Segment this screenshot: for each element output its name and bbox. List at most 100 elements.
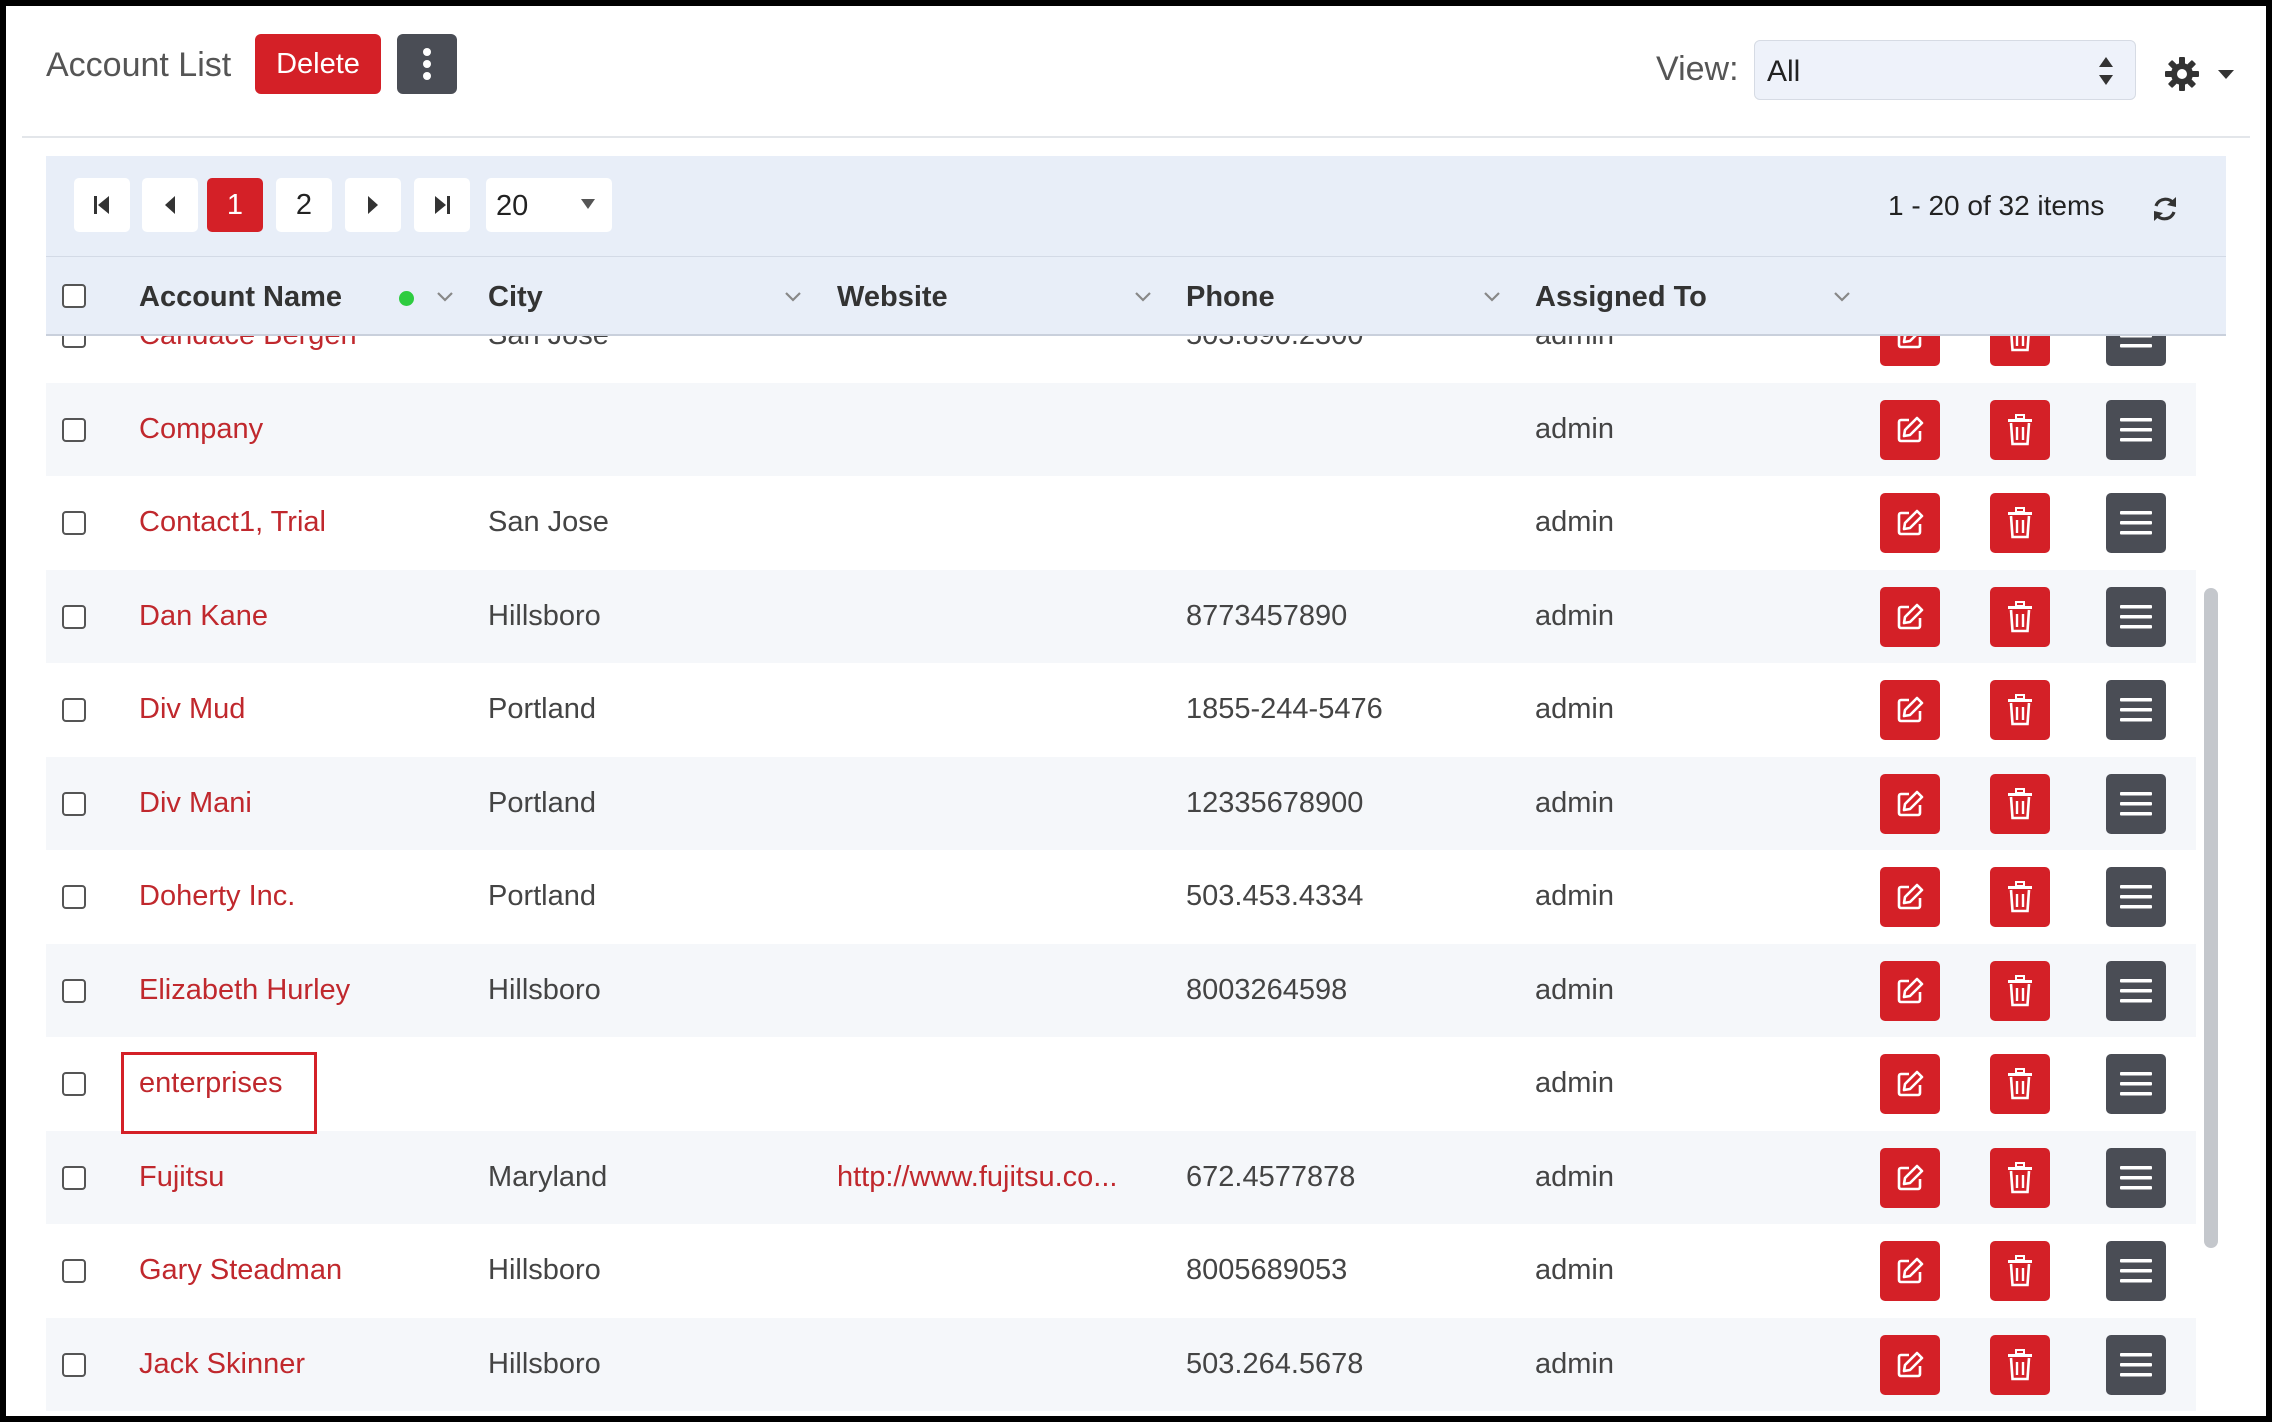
table-row[interactable]: Doherty Inc. Portland 503.453.4334 admin xyxy=(46,850,2196,943)
edit-button[interactable] xyxy=(1880,586,1940,647)
phone-cell: 1855-244-5476 xyxy=(1186,693,1383,725)
chevron-down-icon[interactable] xyxy=(1833,291,1851,302)
row-checkbox[interactable] xyxy=(62,604,86,629)
row-checkbox[interactable] xyxy=(62,417,86,442)
last-page-button[interactable] xyxy=(414,178,470,232)
row-menu-button[interactable] xyxy=(2106,1054,2166,1114)
table-row[interactable]: Elizabeth Hurley Hillsboro 8003264598 admin xyxy=(46,943,2196,1037)
table-row[interactable]: Contact1, Trial San Jose admin xyxy=(46,476,2196,569)
view-select[interactable]: All xyxy=(1754,40,2136,100)
row-checkbox[interactable] xyxy=(62,1072,86,1096)
prev-page-button[interactable] xyxy=(142,178,198,232)
settings-dropdown[interactable] xyxy=(2164,56,2234,92)
edit-button[interactable] xyxy=(1880,336,1940,366)
account-name-link[interactable]: Div Mani xyxy=(139,787,252,820)
delete-row-button[interactable] xyxy=(1990,336,2050,366)
table-row[interactable]: Gary Steadman Hillsboro 8005689053 admin xyxy=(46,1224,2196,1317)
delete-row-button[interactable] xyxy=(1990,586,2050,647)
chevron-down-icon[interactable] xyxy=(1483,291,1501,302)
table-row[interactable]: enterprises admin xyxy=(46,1037,2196,1130)
account-name-link[interactable]: Div Mud xyxy=(139,693,245,726)
delete-row-button[interactable] xyxy=(1990,1334,2050,1395)
first-page-button[interactable] xyxy=(74,178,130,232)
chevron-down-icon[interactable] xyxy=(784,291,802,302)
select-all-checkbox[interactable] xyxy=(62,284,86,308)
edit-button[interactable] xyxy=(1880,773,1940,834)
row-checkbox[interactable] xyxy=(62,511,86,535)
delete-row-button[interactable] xyxy=(1990,960,2050,1021)
table-row[interactable]: Company admin xyxy=(46,382,2196,476)
edit-icon xyxy=(1897,1257,1924,1284)
chevron-down-icon[interactable] xyxy=(1134,291,1152,302)
edit-button[interactable] xyxy=(1880,399,1940,460)
chevron-down-icon[interactable] xyxy=(436,291,454,302)
next-page-button[interactable] xyxy=(345,178,401,232)
page-size-select[interactable]: 20 xyxy=(486,178,612,232)
column-header-account-name[interactable]: Account Name xyxy=(139,281,342,314)
account-name-link[interactable]: Doherty Inc. xyxy=(139,880,295,913)
delete-row-button[interactable] xyxy=(1990,1054,2050,1114)
edit-button[interactable] xyxy=(1880,680,1940,740)
edit-button[interactable] xyxy=(1880,1147,1940,1208)
row-menu-button[interactable] xyxy=(2106,867,2166,927)
edit-button[interactable] xyxy=(1880,960,1940,1021)
row-checkbox[interactable] xyxy=(62,698,86,722)
delete-row-button[interactable] xyxy=(1990,773,2050,834)
account-name-link[interactable]: Fujitsu xyxy=(139,1161,224,1194)
account-name-link[interactable]: enterprises xyxy=(139,1067,282,1100)
row-menu-button[interactable] xyxy=(2106,960,2166,1021)
account-name-link[interactable]: Dan Kane xyxy=(139,600,268,633)
column-header-assigned-to[interactable]: Assigned To xyxy=(1535,281,1707,314)
row-checkbox[interactable] xyxy=(62,1352,86,1377)
row-checkbox[interactable] xyxy=(62,791,86,816)
account-name-link[interactable]: Candace Bergen xyxy=(139,336,357,352)
account-name-link[interactable]: Gary Steadman xyxy=(139,1254,342,1287)
delete-row-button[interactable] xyxy=(1990,1147,2050,1208)
account-name-link[interactable]: Contact1, Trial xyxy=(139,506,326,539)
row-menu-button[interactable] xyxy=(2106,680,2166,740)
row-menu-button[interactable] xyxy=(2106,586,2166,647)
row-checkbox[interactable] xyxy=(62,885,86,909)
column-header-city[interactable]: City xyxy=(488,281,543,314)
edit-button[interactable] xyxy=(1880,493,1940,553)
row-menu-button[interactable] xyxy=(2106,1241,2166,1301)
website-link[interactable]: http://www.fujitsu.co... xyxy=(837,1161,1117,1194)
edit-button[interactable] xyxy=(1880,867,1940,927)
page-button-2[interactable]: 2 xyxy=(276,178,332,232)
row-checkbox[interactable] xyxy=(62,1165,86,1190)
account-name-link[interactable]: Jack Skinner xyxy=(139,1348,305,1381)
row-checkbox[interactable] xyxy=(62,1259,86,1283)
column-header-phone[interactable]: Phone xyxy=(1186,281,1275,314)
row-menu-button[interactable] xyxy=(2106,399,2166,460)
edit-button[interactable] xyxy=(1880,1054,1940,1114)
page-button-1[interactable]: 1 xyxy=(207,178,263,232)
delete-row-button[interactable] xyxy=(1990,680,2050,740)
delete-row-button[interactable] xyxy=(1990,1241,2050,1301)
account-name-link[interactable]: Elizabeth Hurley xyxy=(139,974,350,1007)
table-row[interactable]: Dan Kane Hillsboro 8773457890 admin xyxy=(46,569,2196,663)
column-header-website[interactable]: Website xyxy=(837,281,948,314)
row-checkbox[interactable] xyxy=(62,336,86,348)
row-checkbox[interactable] xyxy=(62,978,86,1003)
more-actions-button[interactable] xyxy=(397,34,457,94)
table-row[interactable]: Fujitsu Maryland http://www.fujitsu.co... 6… xyxy=(46,1130,2196,1224)
delete-row-button[interactable] xyxy=(1990,493,2050,553)
edit-button[interactable] xyxy=(1880,1334,1940,1395)
delete-row-button[interactable] xyxy=(1990,399,2050,460)
prev-page-icon xyxy=(165,196,175,214)
account-name-link[interactable]: Company xyxy=(139,413,263,446)
delete-button[interactable]: Delete xyxy=(255,34,381,94)
row-menu-button[interactable] xyxy=(2106,493,2166,553)
row-menu-button[interactable] xyxy=(2106,1147,2166,1208)
edit-button[interactable] xyxy=(1880,1241,1940,1301)
refresh-icon[interactable] xyxy=(2150,194,2180,224)
delete-row-button[interactable] xyxy=(1990,867,2050,927)
row-menu-button[interactable] xyxy=(2106,773,2166,834)
table-row[interactable]: Candace Bergen San Jose 503.890.2300 admin xyxy=(46,336,2196,382)
table-row[interactable]: Div Mud Portland 1855-244-5476 admin xyxy=(46,663,2196,756)
table-row[interactable]: Jack Skinner Hillsboro 503.264.5678 admin xyxy=(46,1317,2196,1411)
table-row[interactable]: Div Mani Portland 12335678900 admin xyxy=(46,756,2196,850)
row-menu-button[interactable] xyxy=(2106,336,2166,366)
scrollbar-thumb[interactable] xyxy=(2204,588,2218,1248)
row-menu-button[interactable] xyxy=(2106,1334,2166,1395)
